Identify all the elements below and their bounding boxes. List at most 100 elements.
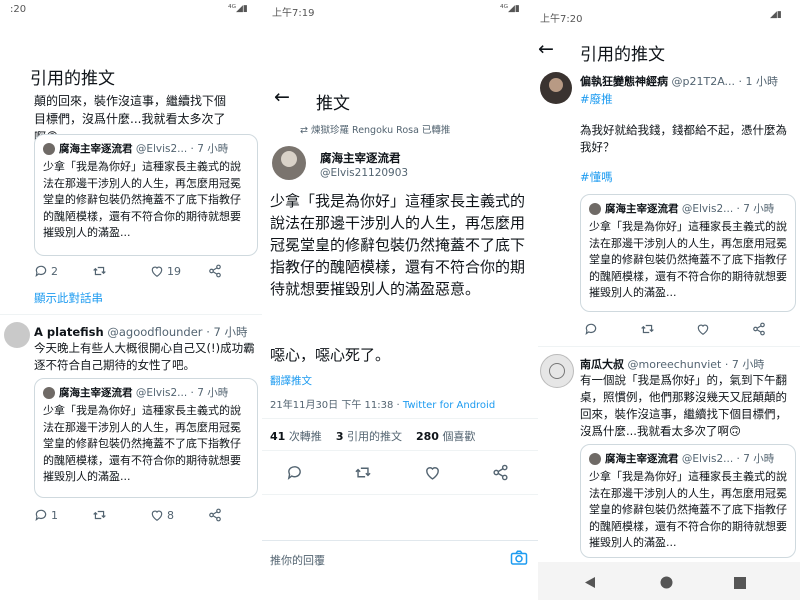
retweet-icon: [93, 266, 106, 276]
tweet-time: 7 小時: [213, 325, 248, 339]
avatar[interactable]: [272, 146, 306, 180]
tweet-text: 有一個說「我是爲你好」的，氣到下午翻桌，照慣例，他們那夥沒幾天又屁顛顛的回來，裝…: [580, 373, 787, 438]
reply-button[interactable]: 1: [34, 508, 58, 522]
quoted-tweet-card[interactable]: 腐海主宰逐流君 @Elvis2... · 7 小時 少拿「我是為你好」這種家長主…: [34, 378, 258, 498]
author-name: 腐海主宰逐流君: [59, 143, 133, 155]
reply-icon: [585, 323, 597, 336]
page-title: 推文: [316, 94, 350, 114]
quoted-tweet-text: 少拿「我是為你好」這種家長主義式的說法在那邊干涉別人的人生，再怎麼用冠冕堂皇的修…: [589, 220, 787, 299]
avatar[interactable]: [540, 354, 574, 388]
reply-button[interactable]: 2: [34, 264, 58, 278]
share-button[interactable]: [208, 508, 222, 522]
divider: [0, 314, 262, 315]
quoted-tweet-text: 少拿「我是為你好」這種家長主義式的說法在那邊干涉別人的人生，再怎麼用冠冕堂皇的修…: [589, 470, 787, 549]
nav-recents-icon[interactable]: [734, 574, 746, 593]
retweet-button[interactable]: [640, 322, 655, 336]
avatar: [589, 453, 601, 465]
tweet-actions: [262, 464, 538, 482]
quoted-tweet-card[interactable]: 腐海主宰逐流君 @Elvis2... · 7 小時 少拿「我是為你好」這種家長主…: [580, 444, 796, 558]
author-handle: @moreechunviet: [627, 358, 722, 371]
author-name: 腐海主宰逐流君: [605, 453, 679, 465]
like-button[interactable]: [424, 464, 441, 481]
heart-icon: [426, 467, 439, 480]
author-handle: @Elvis2...: [681, 203, 734, 215]
divider: [262, 540, 538, 541]
back-arrow-icon[interactable]: ←: [538, 38, 554, 60]
reply-icon: [287, 466, 301, 480]
status-time: 上午7:19: [272, 8, 315, 19]
nav-back-icon[interactable]: [584, 574, 596, 593]
share-button[interactable]: [752, 322, 766, 336]
tweet-time: 7 小時: [197, 143, 229, 155]
hashtag-link[interactable]: #廢推: [580, 90, 613, 108]
retweet-button[interactable]: [92, 508, 107, 522]
camera-icon[interactable]: [510, 550, 528, 570]
tweet-text: 今天晚上有些人大概很開心自己又(!)成功霸逐不符合自己期待的女性了吧。: [34, 341, 255, 372]
retweet-button[interactable]: [92, 264, 107, 278]
author-name: 腐海主宰逐流君: [59, 387, 133, 399]
retweet-button[interactable]: [354, 464, 372, 481]
signal-icon: ⁴ᴳ◢▮: [228, 4, 248, 14]
reply-button[interactable]: [584, 322, 598, 336]
heart-icon: [151, 266, 163, 277]
tweet-time: 7 小時: [743, 203, 775, 215]
like-button[interactable]: 8: [150, 508, 174, 522]
like-button[interactable]: 19: [150, 264, 181, 278]
share-icon: [209, 508, 221, 522]
tweet-actions: 2 19: [0, 264, 262, 280]
source-link[interactable]: Twitter for Android: [403, 400, 495, 411]
author-handle: @agoodflounder: [107, 325, 203, 339]
reply-count: 2: [51, 264, 58, 278]
retweet-icon: [93, 510, 106, 520]
avatar: [43, 143, 55, 155]
android-nav-bar: [538, 562, 800, 600]
hashtag-link[interactable]: #懂嗎: [580, 168, 613, 186]
share-button[interactable]: [208, 264, 222, 278]
like-button[interactable]: [696, 322, 710, 336]
divider: [538, 346, 800, 347]
tweet-text: 少拿「我是為你好」這種家長主義式的說法在那邊干涉別人的人生，再怎麼用冠冕堂皇的修…: [270, 192, 526, 298]
divider: [262, 494, 538, 495]
like-count: 8: [167, 508, 174, 522]
page-title: 引用的推文: [30, 69, 115, 89]
signal-icon: ⁴ᴳ◢▮: [500, 4, 520, 14]
quoted-tweet-header: 腐海主宰逐流君 @Elvis2... · 7 小時: [589, 201, 774, 216]
author-name[interactable]: 腐海主宰逐流君: [320, 150, 401, 166]
quoted-tweet-header: 腐海主宰逐流君 @Elvis2... · 7 小時: [43, 141, 228, 156]
tweet-time: 7 小時: [197, 387, 229, 399]
share-icon: [753, 322, 765, 336]
heart-icon: [697, 324, 709, 335]
show-thread-link[interactable]: 顯示此對話串: [34, 289, 103, 307]
reply-input[interactable]: 推你的回覆: [270, 552, 325, 568]
nav-home-icon[interactable]: [660, 574, 673, 593]
share-button[interactable]: [492, 464, 509, 481]
quoted-tweet-card[interactable]: 腐海主宰逐流君 @Elvis2... · 7 小時 少拿「我是為你好」這種家長主…: [34, 134, 258, 256]
avatar[interactable]: [4, 322, 30, 348]
retweets-stat[interactable]: 41 次轉推: [270, 430, 322, 443]
avatar[interactable]: [540, 72, 572, 104]
back-arrow-icon[interactable]: ←: [274, 86, 290, 108]
share-icon: [209, 264, 221, 278]
tweet-header: 偏執狂變態神經病 @p21T2A... · 1 小時: [580, 75, 779, 88]
author-name: 腐海主宰逐流君: [605, 203, 679, 215]
retweet-icon: [641, 324, 654, 334]
tweet-text-line2: 噁心，噁心死了。: [270, 346, 391, 364]
quoted-tweet-card[interactable]: 腐海主宰逐流君 @Elvis2... · 7 小時 少拿「我是為你好」這種家長主…: [580, 194, 796, 312]
tweet-time: 1 小時: [745, 75, 779, 88]
panel-quoted-tweets-right: 上午7:20 ◢▮ ← 引用的推文 偏執狂變態神經病 @p21T2A... · …: [538, 0, 800, 600]
reply-icon: [35, 509, 47, 522]
tweet-timestamp: 21年11月30日 下午 11:38 · Twitter for Android: [270, 396, 495, 411]
translate-tweet-link[interactable]: 翻譯推文: [270, 372, 312, 390]
author-name: 南瓜大叔: [580, 358, 624, 371]
divider: [262, 418, 538, 419]
author-handle: @p21T2A...: [671, 75, 736, 88]
tweet-header: A platefish @agoodflounder · 7 小時: [34, 325, 248, 339]
tweet-time: 7 小時: [743, 453, 775, 465]
quoted-tweet-header: 腐海主宰逐流君 @Elvis2... · 7 小時: [589, 451, 774, 466]
tweet-stats: 41 次轉推 3 引用的推文 280 個喜歡: [270, 428, 475, 444]
reply-button[interactable]: [286, 464, 303, 481]
quotes-stat[interactable]: 3 引用的推文: [336, 430, 402, 443]
timestamp-text: 21年11月30日 下午 11:38 ·: [270, 400, 403, 411]
tweet-header: 南瓜大叔 @moreechunviet · 7 小時: [580, 358, 765, 371]
likes-stat[interactable]: 280 個喜歡: [416, 430, 475, 443]
